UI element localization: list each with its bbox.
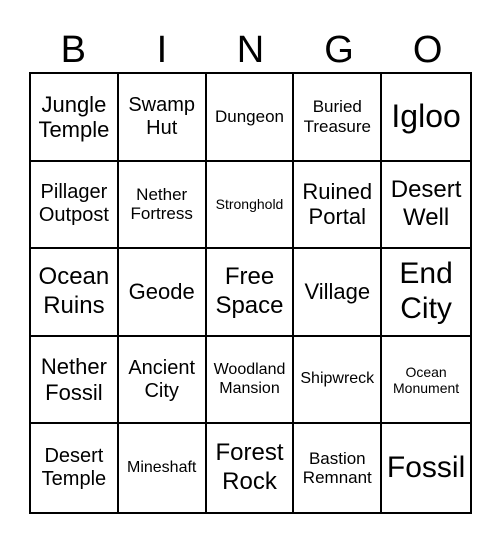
bingo-cell[interactable]: Stronghold — [206, 161, 295, 250]
bingo-cell[interactable]: Swamp Hut — [118, 74, 207, 162]
header-letter-n: N — [236, 29, 265, 71]
bingo-cell[interactable]: Ocean Monument — [382, 337, 470, 425]
bingo-cell[interactable]: Nether Fossil — [31, 336, 119, 425]
bingo-cell[interactable]: Forest Rock — [207, 424, 295, 512]
bingo-cell[interactable]: Jungle Temple — [31, 74, 119, 162]
bingo-cell[interactable]: Buried Treasure — [294, 74, 383, 162]
header-letter-o: O — [412, 29, 443, 71]
bingo-cell[interactable]: Pillager Outpost — [31, 161, 119, 250]
bingo-cell[interactable]: Village — [294, 249, 383, 337]
bingo-cell[interactable]: Bastion Remnant — [294, 424, 383, 512]
bingo-cell[interactable]: Woodland Mansion — [206, 336, 295, 425]
bingo-header: B I N G O — [29, 28, 472, 72]
header-letter-b: B — [60, 29, 86, 71]
header-letter-g: G — [324, 29, 354, 71]
free-space-cell[interactable]: Free Space — [206, 249, 295, 337]
bingo-cell[interactable]: Shipwreck — [294, 336, 383, 425]
bingo-cell[interactable]: Desert Well — [382, 162, 470, 250]
bingo-cell[interactable]: Ancient City — [118, 336, 207, 425]
bingo-cell[interactable]: Ocean Ruins — [31, 249, 119, 337]
bingo-cell[interactable]: Igloo — [382, 74, 470, 162]
header-letter-i: I — [156, 29, 168, 71]
bingo-cell[interactable]: Ruined Portal — [294, 161, 383, 250]
bingo-cell[interactable]: End City — [382, 249, 470, 337]
bingo-cell[interactable]: Fossil — [382, 424, 470, 512]
bingo-cell[interactable]: Desert Temple — [31, 424, 119, 512]
bingo-cell[interactable]: Mineshaft — [119, 424, 207, 512]
bingo-cell[interactable]: Nether Fortress — [118, 161, 207, 250]
bingo-card: Jungle Temple Swamp Hut Dungeon Buried T… — [29, 72, 472, 514]
bingo-cell[interactable]: Dungeon — [206, 74, 295, 162]
bingo-cell[interactable]: Geode — [118, 249, 207, 337]
